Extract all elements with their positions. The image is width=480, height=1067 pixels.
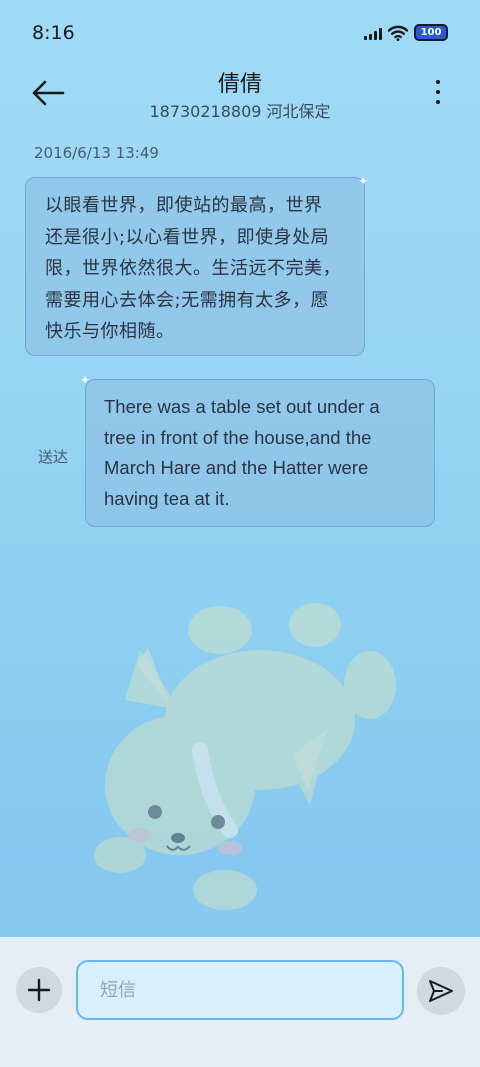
message-timestamp: 2016/6/13 13:49: [34, 144, 159, 162]
sparkle-icon: ✦: [358, 174, 369, 188]
incoming-message-bubble[interactable]: 以眼看世界，即使站的最高，世界 还是很小;以心看世界，即使身处局 限，世界依然很…: [25, 177, 365, 356]
plus-icon: [27, 978, 51, 1002]
message-line: There was a table set out under a: [104, 396, 380, 417]
message-line: 还是很小;以心看世界，即使身处局: [45, 226, 330, 248]
message-line: 限，世界依然很大。生活远不完美，: [45, 258, 341, 279]
message-line: 需要用心去体会;无需拥有太多，愿: [45, 289, 330, 311]
sms-input[interactable]: [76, 960, 404, 1020]
conversation-header: 倩倩 18730218809 河北保定: [0, 62, 480, 128]
message-line: 快乐与你相随。: [45, 321, 175, 342]
outgoing-message-bubble[interactable]: There was a table set out under a tree i…: [85, 379, 435, 527]
message-composer: [0, 937, 480, 1067]
signal-icon: [364, 26, 382, 40]
send-button[interactable]: [417, 967, 465, 1015]
contact-number-location: 18730218809 河北保定: [149, 102, 331, 121]
message-line: 以眼看世界，即使站的最高，世界: [45, 195, 323, 216]
status-bar: 8:16 100: [0, 0, 480, 68]
attach-button[interactable]: [16, 967, 62, 1013]
more-options-button[interactable]: [432, 80, 444, 110]
system-icons: 100: [364, 24, 448, 41]
message-line: tree in front of the house,and the: [104, 426, 372, 448]
more-vertical-icon: [432, 80, 444, 104]
battery-icon: 100: [414, 24, 448, 41]
message-line: having tea at it.: [104, 487, 230, 509]
wifi-icon: [388, 25, 408, 41]
contact-name: 倩倩: [217, 72, 262, 97]
send-icon: [429, 980, 453, 1002]
corgi-wallpaper-illustration: [94, 603, 396, 910]
delivery-status: 送达: [38, 448, 69, 466]
message-line: March Hare and the Hatter were: [104, 457, 369, 478]
status-time: 8:16: [32, 22, 75, 44]
